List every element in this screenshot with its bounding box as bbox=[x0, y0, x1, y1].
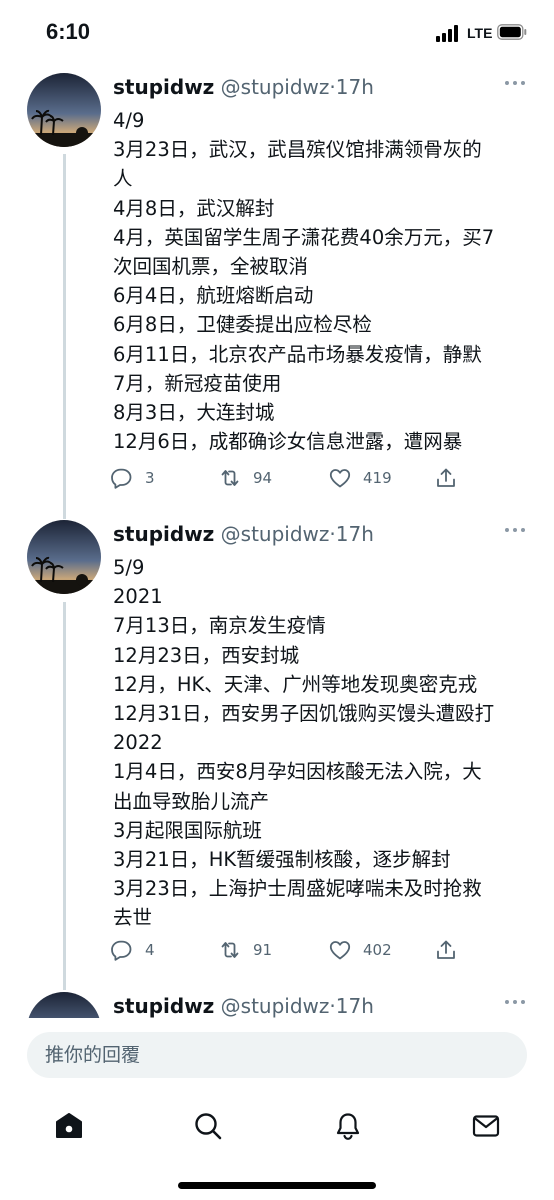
reply-input[interactable] bbox=[27, 1032, 527, 1078]
tweet-line: 6月4日，航班熔断启动 bbox=[113, 284, 314, 308]
retweet-button[interactable]: 94 bbox=[218, 463, 272, 493]
like-count: 419 bbox=[363, 469, 392, 487]
tweet-line: 6月11日，北京农产品市场暴发疫情，静默 bbox=[113, 342, 482, 366]
display-name[interactable]: stupidwz bbox=[113, 522, 214, 546]
share-button[interactable] bbox=[434, 463, 458, 493]
nav-messages[interactable] bbox=[464, 1104, 508, 1148]
like-count: 402 bbox=[363, 941, 392, 959]
reply-icon bbox=[111, 940, 132, 961]
status-time: 6:10 bbox=[46, 19, 91, 44]
reply-bar bbox=[0, 1018, 554, 1098]
network-label: LTE bbox=[467, 25, 493, 41]
tweet-line: 出血导致胎儿流产 bbox=[113, 789, 270, 813]
tweet-line: 去世 bbox=[113, 906, 153, 930]
tweet-line: 3月21日，HK暂缓强制核酸，逐步解封 bbox=[113, 847, 451, 871]
search-icon bbox=[195, 1113, 222, 1140]
nav-notifications[interactable] bbox=[326, 1104, 370, 1148]
handle[interactable]: @stupidwz bbox=[221, 994, 330, 1018]
like-button[interactable]: 402 bbox=[328, 935, 392, 965]
timestamp[interactable]: 17h bbox=[336, 75, 374, 99]
tweet[interactable]: stupidwz @stupidwz·17h 5/9 2021 7月13日，南京… bbox=[0, 520, 554, 980]
tweet-actions: 4 91 402 bbox=[110, 935, 530, 965]
avatar-image bbox=[27, 520, 101, 594]
tweet-line: 12月23日，西安封城 bbox=[113, 643, 300, 667]
tweet-line: 7月，新冠疫苗使用 bbox=[113, 371, 282, 395]
tweet-line: 人 bbox=[113, 167, 133, 191]
tweet-line: 3月起限国际航班 bbox=[113, 818, 262, 842]
reply-icon bbox=[111, 468, 132, 489]
tweet-line: 次回国机票，全被取消 bbox=[113, 254, 309, 278]
bottom-nav bbox=[0, 1098, 554, 1200]
handle[interactable]: @stupidwz bbox=[221, 75, 330, 99]
tweet-header: stupidwz @stupidwz·17h bbox=[113, 73, 374, 101]
share-icon bbox=[437, 468, 455, 487]
reply-button[interactable]: 4 bbox=[110, 935, 155, 965]
tweet-header: stupidwz @stupidwz·17h bbox=[113, 520, 374, 548]
avatar-image bbox=[27, 73, 101, 147]
tweet[interactable]: stupidwz @stupidwz·17h 4/9 3月23日，武汉，武昌殡仪… bbox=[0, 73, 554, 503]
battery-icon bbox=[497, 24, 527, 40]
tweet-line: 7月13日，南京发生疫情 bbox=[113, 614, 326, 638]
tweet-line: 12月，HK、天津、广州等地发现奥密克戎 bbox=[113, 672, 478, 696]
nav-search[interactable] bbox=[186, 1104, 230, 1148]
avatar[interactable] bbox=[27, 520, 101, 594]
tweet-line: 2022 bbox=[113, 731, 163, 755]
tweet-line: 12月6日，成都确诊女信息泄露，遭网暴 bbox=[113, 430, 463, 454]
tweet-line: 3月23日，上海护士周盛妮哮喘未及时抢救 bbox=[113, 877, 482, 901]
timestamp[interactable]: 17h bbox=[336, 522, 374, 546]
messages-icon bbox=[472, 1115, 500, 1137]
tweet-actions: 3 94 419 bbox=[110, 463, 530, 493]
tweet-line: 3月23日，武汉，武昌殡仪馆排满领骨灰的 bbox=[113, 138, 482, 162]
display-name[interactable]: stupidwz bbox=[113, 75, 214, 99]
tweet-line: 2021 bbox=[113, 585, 163, 609]
nav-home[interactable] bbox=[47, 1104, 91, 1148]
home-icon bbox=[56, 1113, 82, 1138]
heart-icon bbox=[329, 941, 351, 960]
tweet-text: 4/9 3月23日，武汉，武昌殡仪馆排满领骨灰的 人 4月8日，武汉解封 4月，… bbox=[113, 106, 533, 456]
tweet-line: 1月4日，西安8月孕妇因核酸无法入院，大 bbox=[113, 760, 482, 784]
like-button[interactable]: 419 bbox=[328, 463, 392, 493]
timestamp[interactable]: 17h bbox=[336, 994, 374, 1018]
retweet-count: 91 bbox=[253, 941, 273, 959]
retweet-button[interactable]: 91 bbox=[218, 935, 272, 965]
signal-icon bbox=[436, 24, 460, 42]
tweet-line: 6月8日，卫健委提出应检尽检 bbox=[113, 313, 372, 337]
tweet-line: 8月3日，大连封城 bbox=[113, 400, 275, 424]
share-icon bbox=[437, 940, 455, 959]
reply-button[interactable]: 3 bbox=[110, 463, 155, 493]
tweet-line: 5/9 bbox=[113, 556, 145, 579]
tweet-header: stupidwz @stupidwz·17h bbox=[113, 992, 374, 1020]
tweet-line: 4/9 bbox=[113, 109, 145, 132]
share-button[interactable] bbox=[434, 935, 458, 965]
heart-icon bbox=[329, 469, 351, 488]
reply-count: 4 bbox=[145, 941, 155, 959]
retweet-count: 94 bbox=[253, 469, 273, 487]
display-name[interactable]: stupidwz bbox=[113, 994, 214, 1018]
tweet-text: 5/9 2021 7月13日，南京发生疫情 12月23日，西安封城 12月，HK… bbox=[113, 553, 533, 932]
reply-count: 3 bbox=[145, 469, 155, 487]
tweet-line: 4月8日，武汉解封 bbox=[113, 196, 275, 220]
notifications-icon bbox=[336, 1113, 360, 1140]
retweet-icon bbox=[221, 942, 239, 958]
status-bar: 6:10 LTE bbox=[0, 0, 554, 66]
retweet-icon bbox=[221, 470, 239, 486]
tweet-line: 4月，英国留学生周子潇花费40余万元，买7 bbox=[113, 225, 495, 249]
more-icon[interactable] bbox=[504, 998, 526, 1006]
tweet-line: 12月31日，西安男子因饥饿购买馒头遭殴打 bbox=[113, 701, 495, 725]
avatar[interactable] bbox=[27, 73, 101, 147]
more-icon[interactable] bbox=[504, 79, 526, 87]
more-icon[interactable] bbox=[504, 526, 526, 534]
handle[interactable]: @stupidwz bbox=[221, 522, 330, 546]
home-indicator[interactable] bbox=[178, 1182, 376, 1189]
